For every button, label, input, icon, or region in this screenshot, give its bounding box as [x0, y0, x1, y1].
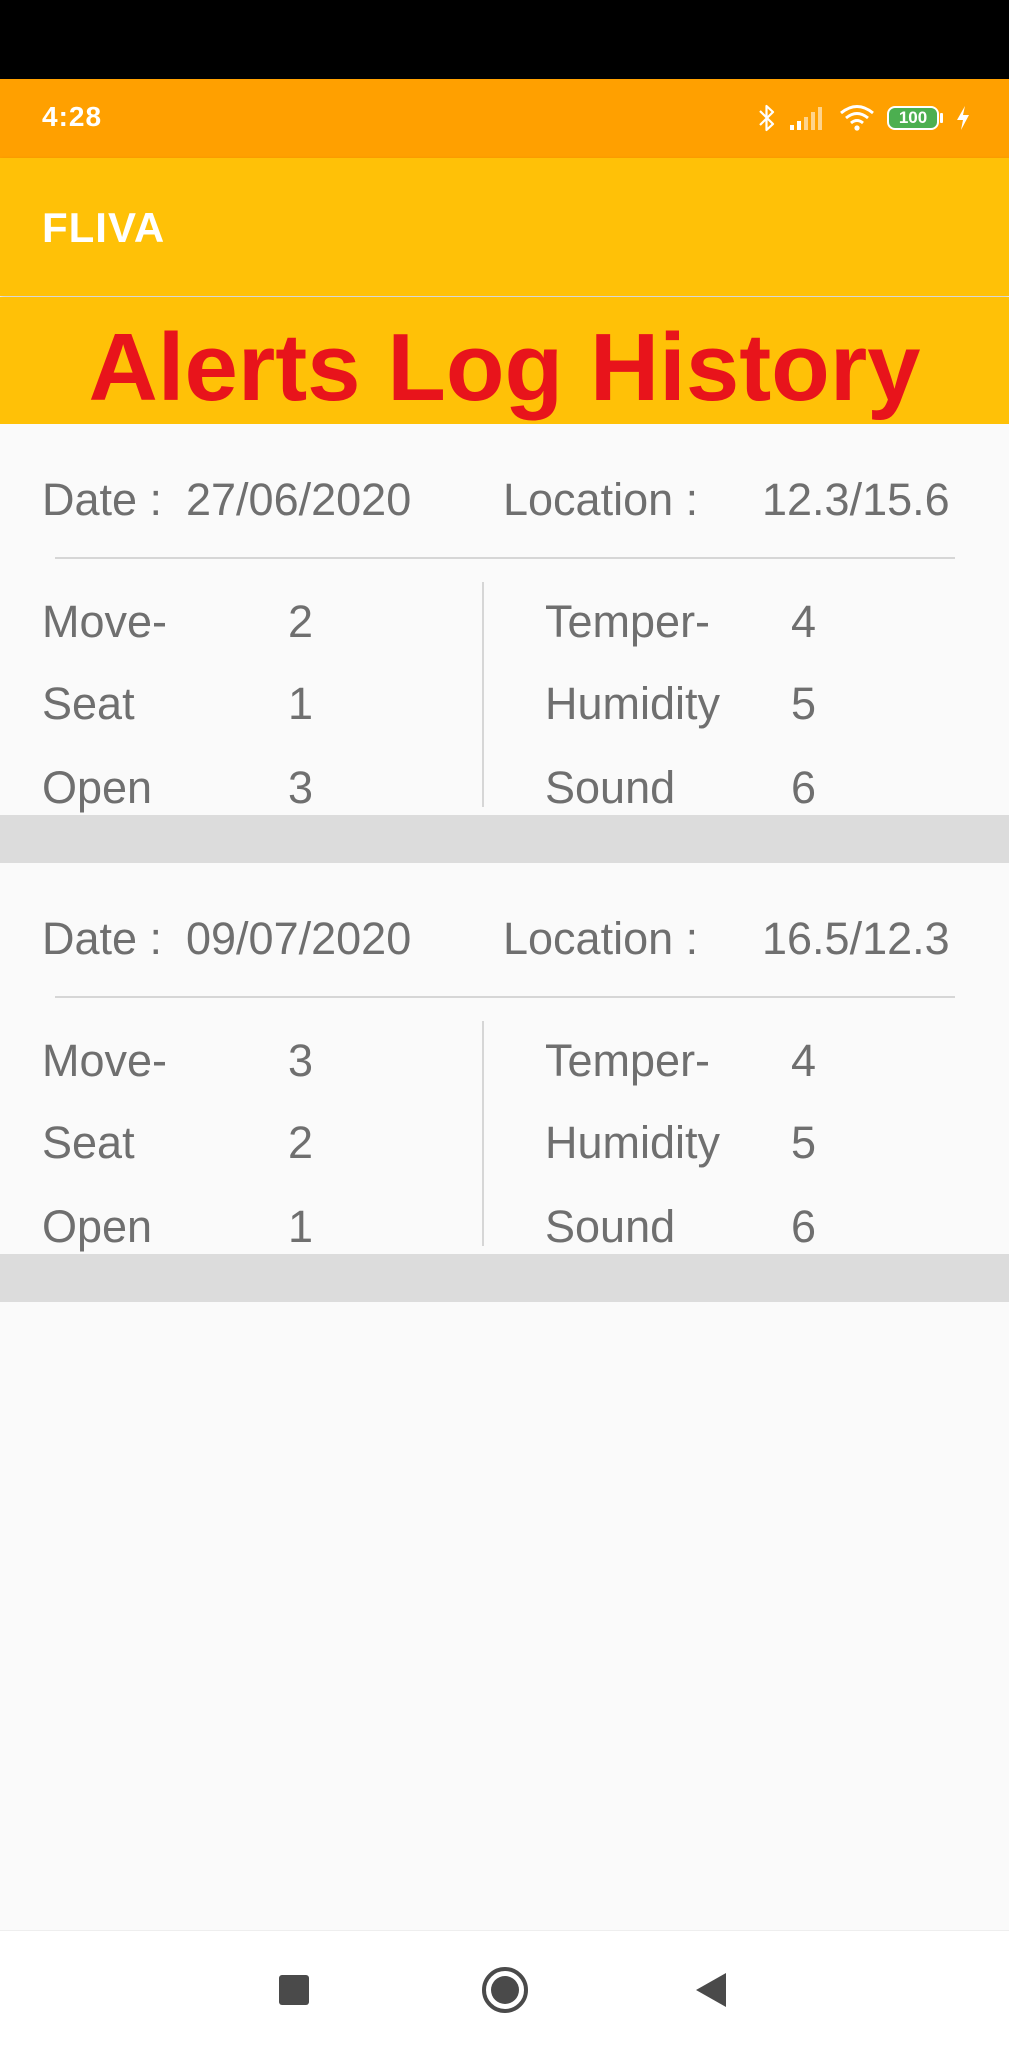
temperature-label: Temper- [545, 596, 711, 647]
sound-value: 6 [791, 762, 817, 813]
signal-icon [790, 107, 822, 130]
top-black-strip [0, 0, 1009, 79]
card-separator [0, 815, 1009, 863]
location-label: Location : [503, 913, 699, 964]
open-label: Open [42, 762, 153, 813]
wifi-icon [840, 105, 874, 131]
charging-icon [957, 106, 969, 130]
move-value: 2 [288, 596, 314, 647]
app-bar: FLIVA [0, 158, 1009, 296]
humidity-label: Humidity [545, 1117, 721, 1168]
app-title: FLIVA [42, 204, 166, 251]
horizontal-divider [55, 996, 955, 998]
home-icon [482, 1967, 528, 2013]
location-value: 12.3/15.6 [762, 474, 950, 525]
open-label: Open [42, 1201, 153, 1252]
date-value: 09/07/2020 [186, 913, 412, 964]
vertical-divider [482, 1021, 484, 1246]
horizontal-divider [55, 557, 955, 559]
temperature-value: 4 [791, 1035, 817, 1086]
status-bar: 4:28 100 [0, 79, 1009, 158]
status-time: 4:28 [42, 101, 103, 132]
open-value: 3 [288, 762, 314, 813]
card-separator [0, 1254, 1009, 1302]
home-button[interactable] [445, 1931, 565, 2049]
battery-icon: 100 [887, 106, 943, 130]
date-label: Date : [42, 474, 163, 525]
location-label: Location : [503, 474, 699, 525]
vertical-divider [482, 582, 484, 807]
alert-card[interactable]: Date : 27/06/2020 Location : 12.3/15.6 M… [0, 424, 1009, 815]
seat-label: Seat [42, 1117, 135, 1168]
humidity-value: 5 [791, 678, 817, 729]
sound-value: 6 [791, 1201, 817, 1252]
date-label: Date : [42, 913, 163, 964]
move-label: Move- [42, 596, 168, 647]
bluetooth-icon [759, 104, 775, 132]
sound-label: Sound [545, 762, 676, 813]
battery-level: 100 [887, 106, 939, 130]
humidity-value: 5 [791, 1117, 817, 1168]
status-icons: 100 [757, 99, 971, 137]
humidity-label: Humidity [545, 678, 721, 729]
seat-value: 1 [288, 678, 314, 729]
sound-label: Sound [545, 1201, 676, 1252]
temperature-value: 4 [791, 596, 817, 647]
recent-apps-icon [279, 1975, 309, 2005]
location-value: 16.5/12.3 [762, 913, 950, 964]
recent-apps-button[interactable] [234, 1931, 354, 2049]
page-title: Alerts Log History [88, 314, 921, 421]
date-value: 27/06/2020 [186, 474, 412, 525]
move-value: 3 [288, 1035, 314, 1086]
move-label: Move- [42, 1035, 168, 1086]
page-banner: Alerts Log History [0, 297, 1009, 424]
seat-label: Seat [42, 678, 135, 729]
open-value: 1 [288, 1201, 314, 1252]
navigation-bar [0, 1930, 1009, 2049]
back-button[interactable] [651, 1931, 771, 2049]
back-icon [696, 1973, 726, 2007]
temperature-label: Temper- [545, 1035, 711, 1086]
alert-card[interactable]: Date : 09/07/2020 Location : 16.5/12.3 M… [0, 863, 1009, 1254]
seat-value: 2 [288, 1117, 314, 1168]
